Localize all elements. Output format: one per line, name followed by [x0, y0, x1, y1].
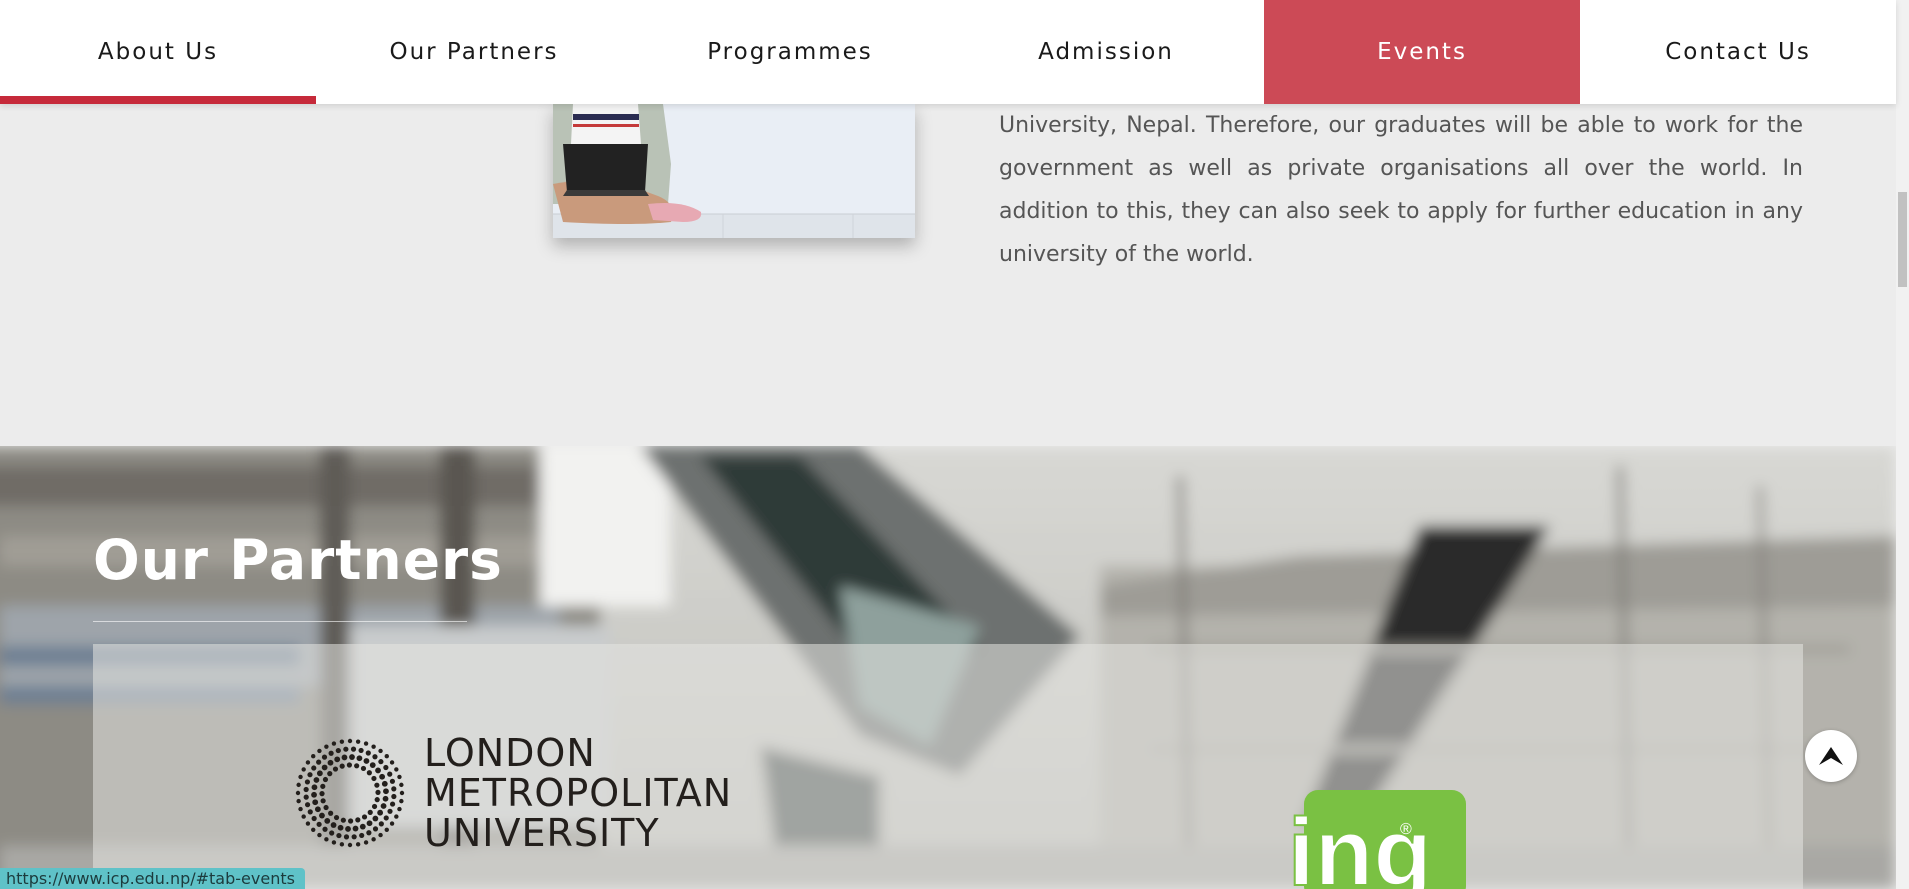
page-scrollbar[interactable]: [1896, 0, 1909, 889]
tab-our-partners[interactable]: Our Partners: [316, 0, 632, 104]
ing-registered-mark: ®: [1400, 821, 1412, 838]
about-section: University, Nepal. Therefore, our gradua…: [0, 104, 1896, 446]
tab-label: About Us: [97, 39, 219, 65]
partners-heading: Our Partners: [93, 528, 503, 592]
tab-programmes[interactable]: Programmes: [632, 0, 948, 104]
ing-logo[interactable]: ing ®: [1284, 790, 1466, 889]
tab-admission[interactable]: Admission: [948, 0, 1264, 104]
status-bar-url: https://www.icp.edu.np/#tab-events: [0, 868, 305, 889]
heading-divider: [93, 621, 467, 622]
lmu-line: METROPOLITAN: [424, 771, 733, 815]
lmu-line: UNIVERSITY: [424, 811, 660, 855]
back-to-top-button[interactable]: [1805, 730, 1857, 782]
tab-label: Events: [1377, 39, 1467, 65]
tab-events[interactable]: Events: [1264, 0, 1580, 104]
tab-about-us[interactable]: About Us: [0, 0, 316, 104]
tab-label: Admission: [1038, 39, 1174, 65]
ing-wordmark: ing: [1288, 799, 1432, 889]
lmu-line: LONDON: [424, 731, 596, 775]
tab-label: Programmes: [707, 39, 873, 65]
student-photo: [553, 104, 915, 238]
about-body-text: University, Nepal. Therefore, our gradua…: [999, 113, 1803, 267]
london-metropolitan-university-logo[interactable]: LONDON METROPOLITAN UNIVERSITY: [290, 733, 732, 853]
scrollbar-thumb[interactable]: [1898, 192, 1907, 287]
tab-label: Our Partners: [389, 39, 559, 65]
lmu-wordmark: LONDON METROPOLITAN UNIVERSITY: [424, 733, 732, 853]
tab-label: Contact Us: [1665, 39, 1811, 65]
tab-contact-us[interactable]: Contact Us: [1580, 0, 1896, 104]
partners-section: Our Partners LONDON METROPOLITAN UNIVERS…: [0, 446, 1896, 889]
chevron-up-icon: [1819, 747, 1843, 765]
section-tab-nav: About Us Our Partners Programmes Admissi…: [0, 0, 1896, 104]
lmu-emblem-icon: [295, 738, 405, 848]
